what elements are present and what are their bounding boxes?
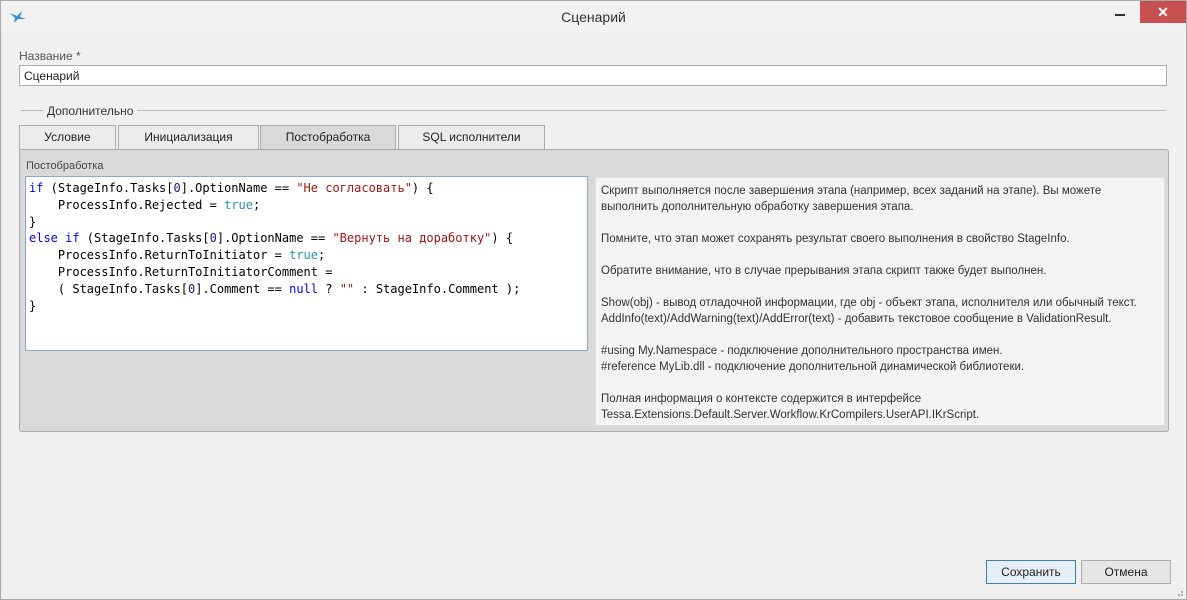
code-token: (StageInfo.Tasks[ — [79, 231, 210, 246]
code-token: 0 — [173, 181, 181, 195]
help-text-line: #reference MyLib.dll - подключение допол… — [601, 361, 1025, 373]
code-token: "Вернуть на доработку" — [332, 231, 492, 246]
help-panel: Скрипт выполняется после завершения этап… — [595, 177, 1165, 426]
code-token: true — [289, 248, 318, 263]
panel-label: Постобработка — [26, 160, 104, 172]
code-token: ].Comment == — [195, 281, 290, 296]
code-token: ) { — [491, 231, 514, 246]
title-bar[interactable]: Сценарий ✕ — [1, 1, 1186, 32]
help-text-line — [601, 247, 1159, 263]
code-token: ? — [318, 281, 340, 296]
help-text-line: Помните, что этап может сохранять резуль… — [601, 233, 1070, 245]
tab-postprocessing[interactable]: Постобработка — [260, 125, 396, 150]
help-text-line: #using My.Namespace - подключение дополн… — [601, 345, 1003, 357]
close-icon[interactable]: ✕ — [1140, 1, 1186, 23]
help-text-line: Show(obj) - вывод отладочной информации,… — [601, 297, 1137, 309]
help-text-line: выполнить дополнительную обработку завер… — [601, 201, 914, 213]
code-line[interactable]: if (StageInfo.Tasks[0].OptionName == "Не… — [29, 180, 587, 197]
cancel-button[interactable]: Отмена — [1081, 560, 1171, 584]
code-line[interactable]: ProcessInfo.ReturnToInitiator = true; — [29, 247, 587, 264]
code-token: "" — [339, 281, 355, 296]
code-token: (StageInfo.Tasks[ — [43, 181, 174, 195]
help-text-line — [601, 327, 1159, 343]
code-token: ; — [318, 248, 326, 263]
help-text-line — [601, 215, 1159, 231]
code-token: ProcessInfo.ReturnToInitiatorComment = — [29, 264, 333, 279]
code-token: : StageInfo.Comment ); — [354, 281, 521, 296]
name-input[interactable]: Сценарий — [19, 65, 1167, 86]
dialog-window: Сценарий ✕ Название * Сценарий Дополните… — [0, 0, 1187, 600]
section-divider — [137, 110, 1166, 111]
code-token: } — [29, 214, 37, 229]
code-token: null — [289, 281, 319, 296]
code-token: ) { — [411, 181, 434, 195]
save-button[interactable]: Сохранить — [986, 560, 1076, 584]
section-divider — [21, 110, 43, 111]
code-token: true — [224, 197, 253, 212]
code-line[interactable]: ProcessInfo.Rejected = true; — [29, 197, 587, 214]
code-token: ].OptionName == — [180, 181, 297, 195]
help-text-line: Полная информация о контексте содержится… — [601, 393, 922, 405]
code-editor[interactable]: if (StageInfo.Tasks[0].OptionName == "Не… — [25, 176, 588, 351]
code-token: 0 — [209, 231, 217, 246]
window-title: Сценарий — [561, 9, 626, 25]
help-text-line: AddInfo(text)/AddWarning(text)/AddError(… — [601, 313, 1112, 325]
code-line[interactable]: else if (StageInfo.Tasks[0].OptionName =… — [29, 230, 587, 247]
code-token: ProcessInfo.Rejected = — [29, 197, 225, 212]
code-token: ].OptionName == — [216, 231, 333, 246]
code-line[interactable]: } — [29, 214, 587, 231]
tab-initialization[interactable]: Инициализация — [118, 125, 259, 149]
code-token: } — [29, 298, 37, 313]
section-title: Дополнительно — [47, 104, 134, 118]
code-token: ( StageInfo.Tasks[ — [29, 281, 188, 296]
code-line[interactable]: } — [29, 298, 587, 315]
tab-sql-performers[interactable]: SQL исполнители — [398, 125, 545, 149]
code-token: if — [29, 181, 44, 195]
resize-grip-icon[interactable] — [1174, 587, 1184, 597]
code-token: ProcessInfo.ReturnToInitiator = — [29, 248, 290, 263]
minimize-icon[interactable] — [1103, 1, 1137, 23]
code-token: else if — [29, 231, 80, 246]
code-token: "Не согласовать" — [296, 181, 412, 195]
name-field-label: Название * — [19, 49, 81, 63]
tab-condition[interactable]: Условие — [19, 125, 116, 149]
help-text-line: Скрипт выполняется после завершения этап… — [601, 185, 1102, 197]
help-text-line: Обратите внимание, что в случае прерыван… — [601, 265, 1047, 277]
help-text-line — [601, 375, 1159, 391]
help-text-line: Tessa.Extensions.Default.Server.Workflow… — [601, 409, 980, 421]
code-line[interactable]: ProcessInfo.ReturnToInitiatorComment = — [29, 264, 587, 281]
help-text-line — [601, 279, 1159, 295]
code-token: ; — [252, 197, 261, 212]
code-line[interactable]: ( StageInfo.Tasks[0].Comment == null ? "… — [29, 281, 587, 298]
